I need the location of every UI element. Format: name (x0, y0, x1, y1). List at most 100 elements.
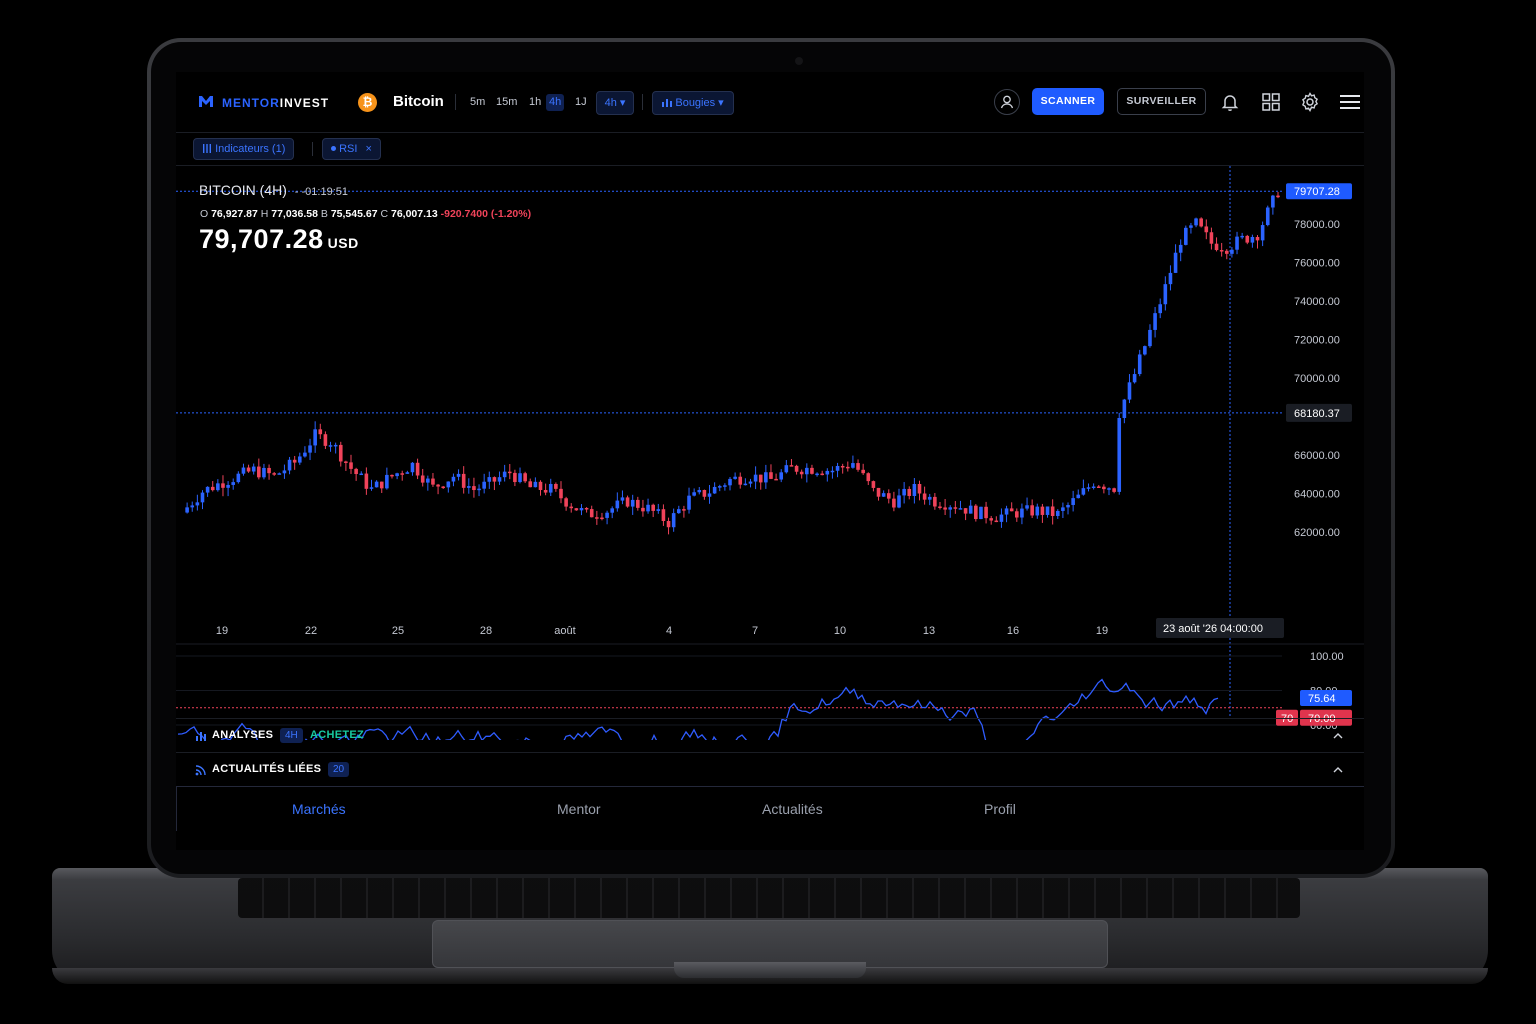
candle-body (1224, 250, 1229, 254)
candle-body (257, 466, 261, 478)
candle-body (502, 471, 507, 478)
candle-body (953, 507, 958, 509)
candle-body (426, 478, 430, 483)
candle-body (1153, 313, 1157, 330)
candle-body (538, 481, 543, 490)
current-price-label: 79707.28 (1294, 186, 1340, 198)
candle-body (671, 513, 676, 528)
candle-body (728, 478, 732, 486)
top-bar: MENTORINVEST ₿ Bitcoin 5m 15m 1h 4h 1J 4… (176, 72, 1364, 133)
candle-body (912, 483, 917, 496)
candle-body (1178, 244, 1183, 253)
price-axis-tick: 78000.00 (1294, 219, 1340, 231)
candle-body (1112, 488, 1116, 492)
surveiller-button[interactable]: SURVEILLER (1117, 88, 1206, 115)
user-button[interactable] (994, 89, 1020, 115)
open-value: 76,927.87 (211, 208, 258, 220)
price-axis-tick: 64000.00 (1294, 488, 1340, 500)
chart-type-select[interactable]: Bougies ▾ (652, 91, 734, 115)
timeframe-15m[interactable]: 15m (493, 94, 520, 111)
candle-body (861, 469, 865, 474)
candle-body (963, 508, 968, 514)
candle-body (1081, 488, 1086, 495)
candle-body (200, 492, 205, 503)
rss-icon (195, 763, 207, 776)
analyses-signal: ACHETEZ (310, 729, 365, 741)
analyses-section[interactable]: ANALYSES 4H ACHETEZ (176, 718, 1364, 752)
candle-body (467, 486, 471, 488)
candle-body (1148, 329, 1152, 347)
candle-body (400, 473, 405, 475)
candle-body (1020, 508, 1024, 518)
scanner-button[interactable]: SCANNER (1032, 88, 1104, 115)
chevron-up-icon[interactable] (1332, 729, 1344, 741)
candle-body (379, 481, 384, 489)
candle-body (277, 473, 282, 475)
candle-body (338, 444, 343, 462)
nav-item-marches[interactable]: Marchés (292, 801, 346, 817)
timeframe-1j[interactable]: 1J (572, 94, 590, 111)
price-change: -920.7400 (-1.20%) (440, 208, 532, 220)
candle-body (820, 473, 824, 476)
ohlc-readout: O 76,927.87 H 77,036.58 B 75,545.67 C 76… (200, 208, 531, 220)
nav-item-profil[interactable]: Profil (984, 801, 1016, 817)
candle-body (374, 481, 379, 488)
analyses-timeframe-badge: 4H (280, 728, 303, 743)
candle-body (272, 473, 276, 475)
candle-body (712, 486, 717, 494)
candle-body (917, 483, 922, 494)
candle-body (1271, 195, 1275, 208)
candle-body (687, 495, 691, 510)
analyses-label: ANALYSES (212, 729, 274, 741)
nav-item-actualites[interactable]: Actualités (762, 801, 823, 817)
asset-name[interactable]: Bitcoin (393, 93, 444, 110)
candle-body (641, 507, 645, 512)
candle-body (210, 486, 215, 491)
candle-body (661, 509, 666, 522)
x-axis-tick: 28 (480, 625, 492, 637)
candle-body (871, 481, 876, 488)
candle-body (574, 508, 579, 511)
low-label: B (320, 208, 328, 220)
candle-body (221, 483, 225, 488)
rsi-axis-tick: 100.00 (1310, 651, 1344, 663)
rsi-chip[interactable]: RSI × (322, 138, 381, 160)
menu-icon[interactable] (1338, 91, 1362, 113)
candle-body (743, 483, 748, 486)
timeframe-select[interactable]: 4h ▾ (596, 91, 634, 115)
candle-body (1230, 249, 1234, 254)
timeframe-1h[interactable]: 1h (526, 94, 544, 111)
high-label: H (260, 208, 269, 220)
sliders-icon (202, 143, 212, 155)
candle-body (892, 498, 896, 508)
candle-body (692, 492, 696, 496)
candle-body (769, 472, 773, 479)
candle-body (1035, 506, 1040, 516)
candle-body (1030, 505, 1034, 516)
timeframe-5m[interactable]: 5m (467, 94, 488, 111)
grid-icon[interactable] (1260, 91, 1282, 113)
news-label: ACTUALITÉS LIÉES (212, 763, 322, 775)
candle-body (851, 463, 855, 468)
chevron-up-icon[interactable] (1332, 763, 1344, 775)
candle-body (733, 476, 737, 479)
candle-body (1265, 207, 1270, 226)
candle-body (589, 509, 594, 518)
indicators-button[interactable]: Indicateurs (1) (193, 138, 295, 160)
candle-body (318, 429, 323, 435)
logo[interactable]: MENTORINVEST (198, 95, 329, 111)
candle-body (1066, 504, 1070, 508)
close-icon[interactable]: × (365, 143, 371, 155)
candle-body (1276, 195, 1280, 198)
candle-body (723, 485, 727, 487)
candle-body (185, 507, 189, 513)
nav-item-mentor[interactable]: Mentor (557, 801, 601, 817)
candle-body (1061, 507, 1065, 511)
divider (642, 94, 643, 110)
candle-body (1240, 235, 1244, 238)
timeframe-4h[interactable]: 4h (546, 94, 565, 111)
news-section[interactable]: ACTUALITÉS LIÉES 20 (176, 752, 1364, 786)
bell-icon[interactable] (1219, 91, 1241, 113)
candle-body (216, 483, 220, 491)
gear-icon[interactable] (1299, 91, 1321, 113)
